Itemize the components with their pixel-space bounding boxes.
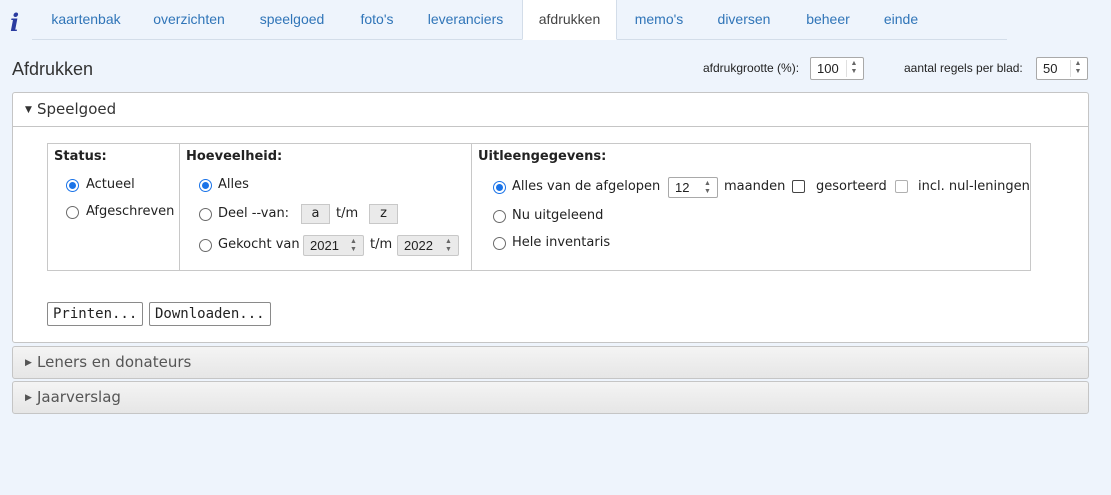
app-logo: i: [10, 8, 20, 37]
part-to-input[interactable]: z: [369, 204, 398, 224]
bought-sep-label: t/m: [370, 237, 393, 252]
caret-right-icon: ▶: [25, 358, 32, 368]
loan-all-radio[interactable]: [493, 181, 506, 194]
quantity-bought-label: Gekocht van: [218, 237, 300, 252]
quantity-part-radio[interactable]: [199, 208, 212, 221]
stepper-arrows-icon[interactable]: ▲ ▼: [346, 238, 361, 253]
rows-per-page-value: 50: [1043, 61, 1058, 76]
sorted-label: gesorteerd: [816, 179, 887, 194]
panel-speelgoed: ▼ Speelgoed Status: Actueel Afgeschreven …: [12, 92, 1089, 343]
nil-loans-checkbox[interactable]: [895, 180, 908, 193]
panel-leners-header[interactable]: ▶ Leners en donateurs: [13, 347, 1088, 379]
page-title: Afdrukken: [12, 59, 94, 79]
part-sep-label: t/m: [336, 206, 359, 221]
stepper-arrows-icon[interactable]: ▲ ▼: [700, 180, 715, 195]
bought-from-stepper[interactable]: 2021 ▲ ▼: [303, 235, 364, 256]
panel-title: Jaarverslag: [37, 388, 121, 406]
download-button[interactable]: Downloaden...: [149, 302, 271, 326]
bought-to-stepper[interactable]: 2022 ▲ ▼: [397, 235, 459, 256]
quantity-group: Hoeveelheid: Alles Deel --van: a t/m z G…: [179, 143, 472, 271]
stepper-arrows-icon[interactable]: ▲ ▼: [1070, 60, 1085, 77]
panel-jaarverslag-header[interactable]: ▶ Jaarverslag: [13, 382, 1088, 414]
print-button[interactable]: Printen...: [47, 302, 144, 326]
tab-leveranciers[interactable]: leveranciers: [412, 0, 519, 40]
loan-inventory-radio[interactable]: [493, 237, 506, 250]
status-group: Status: Actueel Afgeschreven: [47, 143, 180, 271]
months-value: 12: [675, 180, 690, 195]
tab-diversen[interactable]: diversen: [703, 0, 785, 40]
caret-down-icon: ▼: [25, 105, 32, 115]
rows-per-page-label: aantal regels per blad:: [904, 61, 1023, 75]
panel-title: Leners en donateurs: [37, 353, 192, 371]
print-size-label: afdrukgrootte (%):: [703, 61, 800, 75]
quantity-all-radio[interactable]: [199, 179, 212, 192]
top-nav: i kaartenbak overzichten speelgoed foto'…: [0, 0, 1111, 40]
bought-from-value: 2021: [310, 238, 339, 253]
status-title: Status:: [54, 149, 107, 164]
panel-jaarverslag[interactable]: ▶ Jaarverslag: [12, 381, 1089, 414]
quantity-bought-radio[interactable]: [199, 239, 212, 252]
nil-loans-label: incl. nul-leningen: [918, 179, 1030, 194]
print-size-stepper[interactable]: 100 ▲ ▼: [810, 57, 864, 80]
loan-now-label: Nu uitgeleend: [512, 208, 604, 223]
bought-to-value: 2022: [404, 238, 433, 253]
part-from-input[interactable]: a: [301, 204, 330, 224]
loan-group: Uitleengegevens: Alles van de afgelopen …: [471, 143, 1031, 271]
tab-einde[interactable]: einde: [870, 0, 932, 40]
stepper-arrows-icon[interactable]: ▲ ▼: [441, 238, 456, 253]
quantity-part-label: Deel --van:: [218, 206, 290, 221]
months-label: maanden: [724, 179, 786, 194]
stepper-arrows-icon[interactable]: ▲ ▼: [846, 60, 861, 77]
loan-all-label: Alles van de afgelopen: [512, 179, 661, 194]
tab-afdrukken[interactable]: afdrukken: [522, 0, 617, 40]
caret-right-icon: ▶: [25, 393, 32, 403]
loan-inventory-label: Hele inventaris: [512, 235, 611, 250]
tab-beheer[interactable]: beheer: [790, 0, 866, 40]
quantity-all-label: Alles: [218, 177, 249, 192]
panel-title: Speelgoed: [37, 100, 117, 118]
rows-per-page-stepper[interactable]: 50 ▲ ▼: [1036, 57, 1088, 80]
status-actueel-label: Actueel: [86, 177, 135, 192]
quantity-title: Hoeveelheid:: [186, 149, 283, 164]
tab-speelgoed[interactable]: speelgoed: [244, 0, 340, 40]
panel-speelgoed-header[interactable]: ▼ Speelgoed: [13, 93, 1088, 127]
loan-now-radio[interactable]: [493, 210, 506, 223]
print-size-value: 100: [817, 61, 839, 76]
tab-fotos[interactable]: foto's: [344, 0, 410, 40]
months-stepper[interactable]: 12 ▲ ▼: [668, 177, 718, 198]
status-afgeschreven-label: Afgeschreven: [86, 204, 175, 219]
tab-memos[interactable]: memo's: [621, 0, 697, 40]
tab-kaartenbak[interactable]: kaartenbak: [33, 0, 139, 40]
loan-title: Uitleengegevens:: [478, 149, 607, 164]
sorted-checkbox[interactable]: [792, 180, 805, 193]
status-actueel-radio[interactable]: [66, 179, 79, 192]
panel-leners-donateurs[interactable]: ▶ Leners en donateurs: [12, 346, 1089, 379]
tab-overzichten[interactable]: overzichten: [139, 0, 239, 40]
status-afgeschreven-radio[interactable]: [66, 206, 79, 219]
